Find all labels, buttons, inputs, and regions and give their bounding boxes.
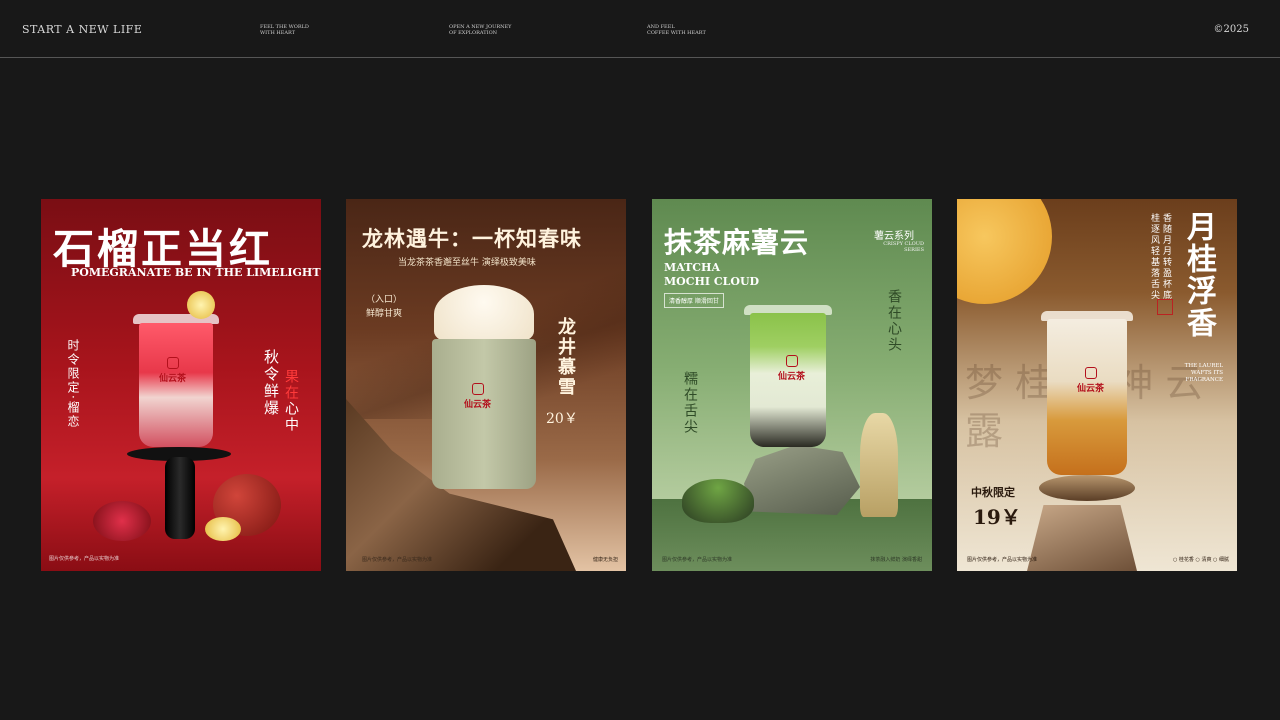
poster-footer: 抹茶融入鲜奶 演绎香甜 xyxy=(870,557,922,563)
moon-image xyxy=(957,199,1052,304)
brand-logo-text: 仙云茶 xyxy=(778,372,806,382)
poster-footer: 健康无负担 xyxy=(592,557,618,563)
price-label: 19￥ xyxy=(973,505,1021,529)
price-label: 20￥ xyxy=(546,411,578,427)
copyright-text: ©2025 xyxy=(1213,24,1249,35)
poster-osmanthus[interactable]: 梦 桂 香 神 云 露 月桂浮香 香随月月转盈杯底 桂逐风轻基落舌尖 THE L… xyxy=(957,199,1237,571)
longjing-drink-image xyxy=(432,339,536,489)
pomegranate-drink-image xyxy=(139,323,213,447)
english-line: MATCHA xyxy=(664,261,720,274)
brand-logo: 仙云茶 xyxy=(1077,367,1104,394)
poster-title: 月桂浮香 xyxy=(1181,211,1216,339)
poster-vertical-text: 时令限定·榴恋 xyxy=(66,339,80,429)
poster-vertical-text: 秋令鲜爆 xyxy=(262,349,280,417)
poster-vertical-text: 香在心头 xyxy=(886,289,902,353)
series-label: 薯云系列 xyxy=(874,231,914,242)
poster-subtitle: POMEGRANATE BE IN THE LIMELIGHT xyxy=(71,266,321,279)
flavor-tag: 清香醇厚 顺滑回甘 xyxy=(664,293,724,308)
nav-item-journey[interactable]: OPEN A NEW JOURNEY OF EXPLORATION xyxy=(449,24,539,36)
brand-logo-text: 仙云茶 xyxy=(159,374,187,384)
brand-logo: 仙云茶 xyxy=(778,355,805,382)
cake-stand-stem xyxy=(165,457,195,539)
poster-pomegranate[interactable]: 石榴正当红 POMEGRANATE BE IN THE LIMELIGHT 时令… xyxy=(41,199,321,571)
dish-image xyxy=(1039,475,1135,501)
nav-item-feel-world[interactable]: FEEL THE WORLD WITH HEART xyxy=(260,24,350,36)
limited-edition-label: 中秋限定 xyxy=(971,486,1015,499)
brand-text[interactable]: START A NEW LIFE xyxy=(22,23,142,36)
brand-logo-text: 仙云茶 xyxy=(1077,384,1105,394)
poster-title: 抹茶麻薯云 xyxy=(664,226,810,259)
rock-pedestal-image xyxy=(1027,505,1137,571)
poem-line: 桂逐风轻基落舌尖 xyxy=(1149,213,1159,301)
brand-logo: 仙云茶 xyxy=(464,383,491,410)
nav-item-coffee[interactable]: AND FEEL COFFEE WITH HEART xyxy=(647,24,737,36)
vertical-rest: 心中 xyxy=(283,401,299,433)
poster-title: 龙林遇牛：一杯知春味 xyxy=(362,226,582,251)
brand-logo-text: 仙云茶 xyxy=(464,400,492,410)
poster-matcha[interactable]: 抹茶麻薯云 MATCHA MOCHI CLOUD 清香醇厚 顺滑回甘 薯云系列 … xyxy=(652,199,932,571)
poster-english-title: MATCHA MOCHI CLOUD xyxy=(664,261,759,289)
pomegranate-half-image xyxy=(93,501,151,541)
poster-footer: ○ 桂花香 ○ 清爽 ○ 细腻 xyxy=(1172,557,1229,563)
poster-vertical-text: 糯在舌尖 xyxy=(682,371,698,435)
poster-footer: 图片仅供参考，产品以实物为准 xyxy=(662,557,733,563)
whipped-cream-image xyxy=(434,285,534,343)
poster-english-title: THE LAUREL WAFTS ITS FRAGRANCE xyxy=(1184,363,1223,383)
poster-footer: 图片仅供参考，产品以实物为准 xyxy=(967,557,1038,563)
english-line: MOCHI CLOUD xyxy=(664,275,760,288)
nav-line: WITH HEART xyxy=(260,30,296,36)
poster-side-text: （入口） 鲜醇甘爽 xyxy=(364,293,404,321)
rock-image xyxy=(744,445,860,515)
poster-vertical-text: 龙井慕雪 xyxy=(555,317,576,397)
nav-line: OF EXPLORATION xyxy=(449,30,498,36)
poster-footer: 图片仅供参考，产品以实物为准 xyxy=(362,557,433,563)
poem-line: 香随月月转盈杯底 xyxy=(1161,213,1171,301)
highlight-text: 果在 xyxy=(283,369,299,401)
side-line: 鲜醇甘爽 xyxy=(365,309,402,319)
series-english: CRISPY CLOUD SERIES xyxy=(883,241,924,253)
nav-line: COFFEE WITH HEART xyxy=(647,30,706,36)
bamboo-whisk-image xyxy=(860,413,898,517)
side-line: （入口） xyxy=(365,295,402,305)
osmanthus-drink-image xyxy=(1047,319,1127,475)
matcha-bowl-image xyxy=(682,479,754,523)
poster-subtitle: 当龙茶茶香邂至丝牛 演绎极致美味 xyxy=(398,258,536,268)
lemon-slice-image xyxy=(187,291,215,319)
seal-stamp-icon xyxy=(1157,299,1173,315)
top-bar: START A NEW LIFE FEEL THE WORLD WITH HEA… xyxy=(0,0,1280,58)
poster-footer: 图片仅供参考，产品以实物为准 xyxy=(49,556,120,562)
poster-longjing[interactable]: 龙林遇牛：一杯知春味 当龙茶茶香邂至丝牛 演绎极致美味 （入口） 鲜醇甘爽 龙井… xyxy=(346,199,626,571)
brand-logo: 仙云茶 xyxy=(159,357,186,384)
poster-vertical-text: 果在心中 xyxy=(281,369,301,433)
lemon-slice-image xyxy=(205,517,241,541)
